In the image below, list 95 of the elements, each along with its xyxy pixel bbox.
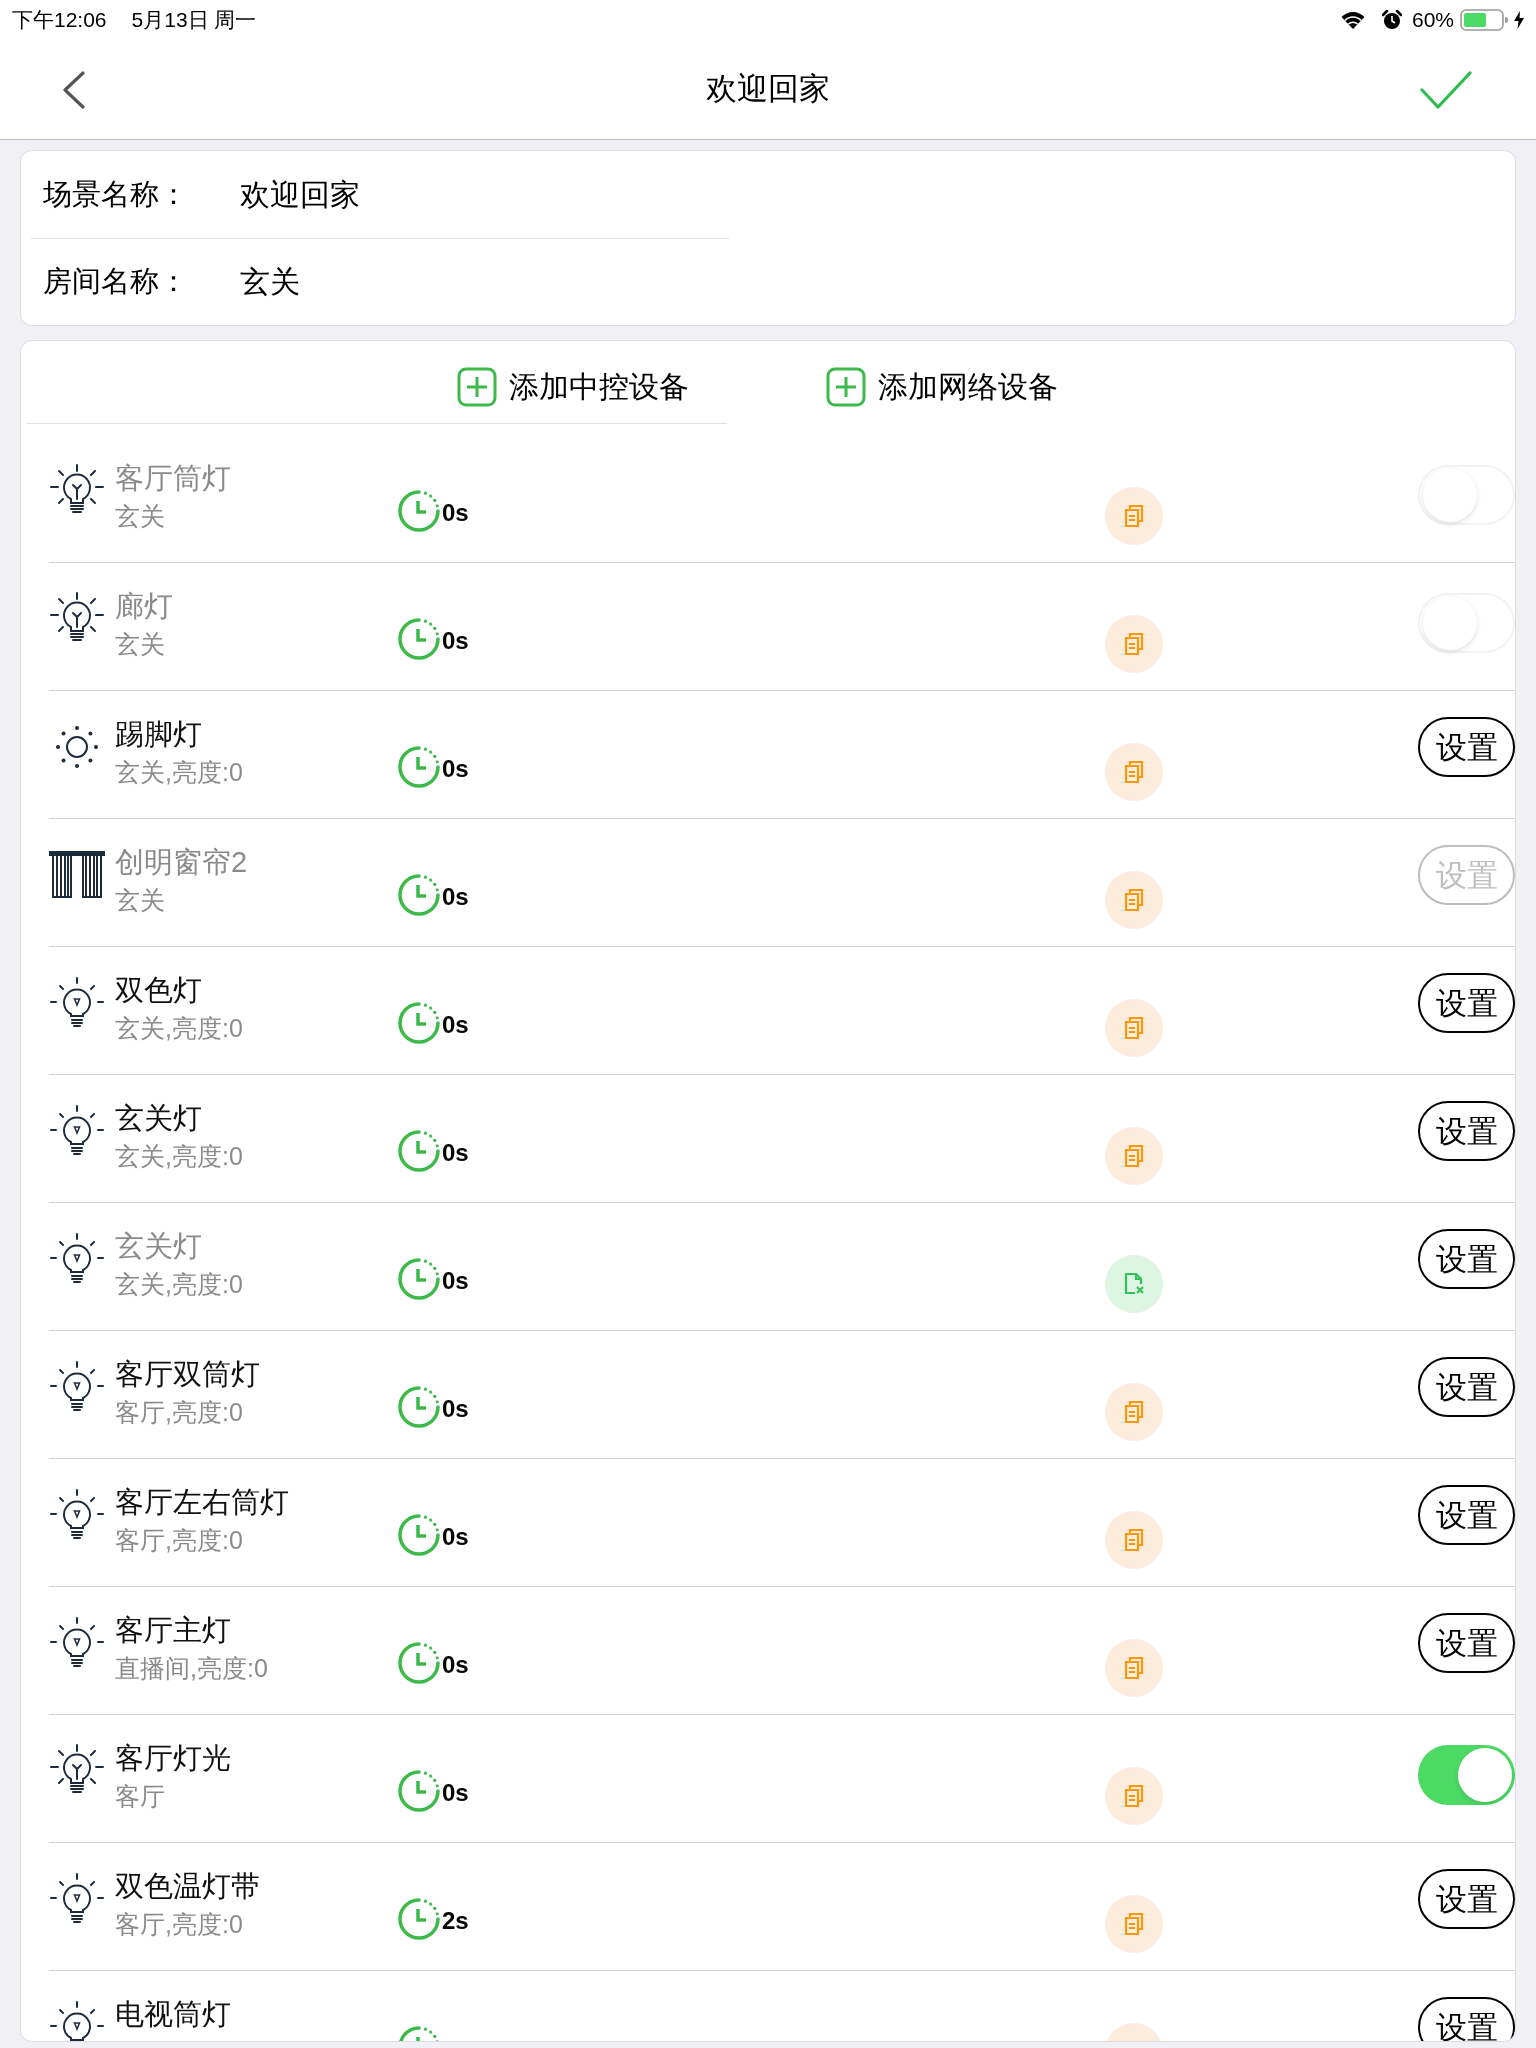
delay-time: 2s [442,1909,469,1933]
timer-icon [397,1385,441,1429]
device-name: 客厅筒灯 [115,461,231,496]
delay-time: 0s [442,1525,469,1549]
device-name: 客厅灯光 [115,1741,231,1776]
timer-icon [397,617,441,661]
plus-square-icon [826,366,866,407]
copy-icon [1123,1016,1145,1040]
device-name: 玄关灯 [115,1101,202,1136]
delay-time: 0s [442,1269,469,1293]
wifi-icon [1340,11,1365,29]
settings-button[interactable]: 设置 [1418,1229,1515,1289]
settings-button[interactable]: 设置 [1418,1997,1515,2041]
device-name: 踢脚灯 [115,717,202,752]
delay-time: 0s [442,1781,469,1805]
field-value: 玄关 [240,264,300,301]
copy-icon [1123,1528,1145,1552]
settings-button[interactable]: 设置 [1418,1613,1515,1673]
device-name: 客厅双筒灯 [115,1357,260,1392]
delay-time: 0s [442,885,469,909]
toggle-switch[interactable] [1418,465,1515,525]
device-room: 客厅,亮度:0 [115,1525,243,1556]
settings-button[interactable]: 设置 [1418,1869,1515,1929]
battery-percent: 60% [1411,7,1454,34]
alarm-clock-icon [1381,10,1402,30]
copy-icon [1123,1144,1145,1168]
page-title: 欢迎回家 [706,70,830,109]
light-bulb-icon [49,1999,105,2041]
toggle-thumb[interactable] [1458,1748,1512,1802]
status-time: 下午12:06 [12,7,107,34]
device-name: 廊灯 [115,589,173,624]
delay-time: 0s [442,1397,469,1421]
device-room: 玄关,亮度:0 [115,1141,243,1172]
settings-button[interactable]: 设置 [1418,717,1515,777]
timer-icon [397,1641,441,1685]
toggle-thumb[interactable] [1423,596,1477,650]
status-date: 5月13日 周一 [131,7,257,34]
timer-icon [397,489,441,533]
timer-icon [397,1769,441,1813]
battery-icon [1460,9,1508,31]
device-room: 客厅,亮度:0 [115,1909,243,1940]
delay-time: 0s [442,757,469,781]
delay-time: 0s [442,1653,469,1677]
device-name: 客厅左右筒灯 [115,1485,289,1520]
chevron-left-icon [62,70,86,109]
copy-icon [1123,1784,1145,1808]
timer-icon [397,1897,441,1941]
copy-icon [1123,632,1145,656]
plus-square-icon [457,366,497,407]
copy-icon [1123,504,1145,528]
device-room: 客厅,亮度:0 [115,1397,243,1428]
checkmark-icon [1420,69,1472,110]
timer-icon [397,873,441,917]
toggle-thumb[interactable] [1423,468,1477,522]
delay-time: 0s [442,629,469,653]
device-room: 客厅 [115,1781,165,1812]
copy-icon [1123,760,1145,784]
device-room: 玄关 [115,501,165,532]
device-name: 双色温灯带 [115,1869,260,1904]
device-room: 玄关 [115,885,165,916]
device-name: 双色灯 [115,973,202,1008]
charging-bolt-icon [1514,11,1524,29]
device-name: 玄关灯 [115,1229,202,1264]
device-room: 玄关,亮度:0 [115,757,243,788]
device-room: 玄关,亮度:0 [115,1269,243,1300]
field-label: 房间名称： [43,264,189,299]
timer-icon [397,1513,441,1557]
toggle-switch[interactable] [1418,1745,1515,1805]
copy-icon [1123,1656,1145,1680]
delay-time: 0s [442,1141,469,1165]
timer-icon [397,745,441,789]
add-device-button[interactable]: 添加网络设备 [826,364,1058,409]
copy-icon [1123,1400,1145,1424]
device-name: 客厅主灯 [115,1613,231,1648]
delay-time: 0s [442,501,469,525]
settings-button[interactable]: 设置 [1418,1485,1515,1545]
field-value: 欢迎回家 [240,176,360,213]
timer-icon [397,1129,441,1173]
toggle-switch[interactable] [1418,593,1515,653]
device-room: 玄关 [115,629,165,660]
settings-button[interactable]: 设置 [1418,1101,1515,1161]
settings-button[interactable]: 设置 [1418,1357,1515,1417]
delay-time: 0s [442,1013,469,1037]
add-device-button[interactable]: 添加中控设备 [457,364,689,409]
copy-icon [1123,888,1145,912]
device-name: 创明窗帘2 [115,845,248,880]
device-room: 直播间,亮度:0 [115,1653,268,1684]
field-label: 场景名称： [43,176,189,212]
timer-icon [397,1001,441,1045]
device-room: 玄关,亮度:0 [115,1013,243,1044]
copy-icon [1123,1912,1145,1936]
device-name: 电视筒灯 [115,1997,231,2032]
timer-icon [397,1257,441,1301]
settings-button[interactable]: 设置 [1418,973,1515,1033]
file-x-icon [1123,1272,1145,1296]
